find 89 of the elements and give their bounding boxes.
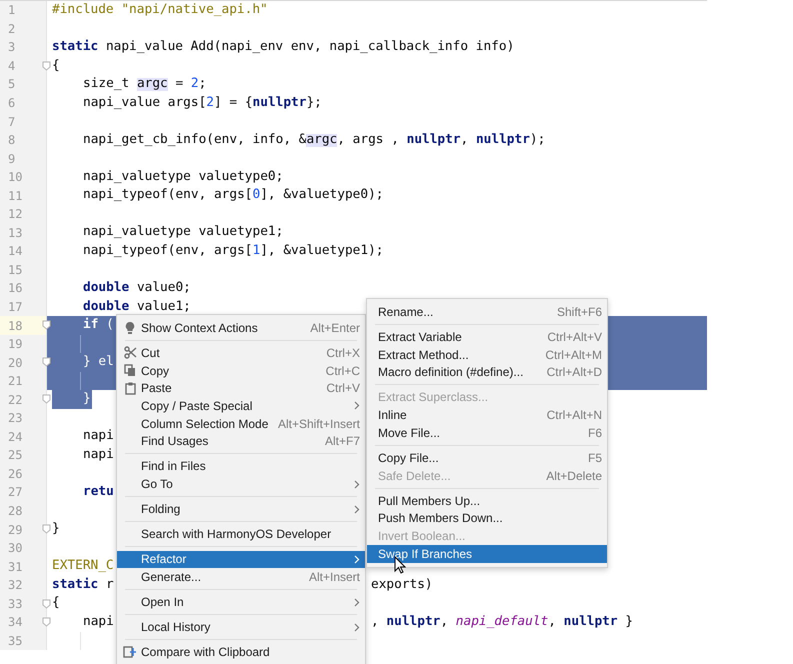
code-token: }; bbox=[306, 96, 322, 110]
line-number: 34 bbox=[8, 616, 22, 628]
code-token: , bbox=[548, 616, 557, 629]
code-token: napi_valuetype valuetype1; bbox=[83, 226, 284, 240]
line-number: 27 bbox=[8, 486, 22, 498]
line-number: 10 bbox=[8, 171, 22, 184]
code-token: value1; bbox=[136, 300, 191, 314]
code-token: } bbox=[83, 393, 91, 406]
code-token: 0 bbox=[252, 189, 260, 202]
code-token: EXTERN_C bbox=[52, 560, 114, 574]
line-number: 20 bbox=[8, 356, 22, 369]
line-number: 6 bbox=[8, 97, 16, 109]
line-number: 19 bbox=[8, 338, 22, 350]
line-number: 9 bbox=[8, 152, 16, 165]
line-number: 11 bbox=[8, 190, 22, 202]
code-token: nullptr bbox=[476, 134, 530, 146]
line-number: 33 bbox=[8, 598, 22, 610]
code-token: ], &valuetype0); bbox=[260, 189, 384, 202]
line-number: 18 bbox=[8, 320, 22, 332]
line-number: 25 bbox=[8, 449, 22, 462]
line-number: 4 bbox=[8, 60, 16, 72]
line-number: 15 bbox=[8, 264, 22, 276]
line-number: 32 bbox=[8, 579, 22, 592]
line-number: 31 bbox=[8, 560, 22, 573]
line-number: 35 bbox=[8, 634, 22, 647]
code-token: retu bbox=[83, 486, 114, 499]
code-token: nullptr bbox=[252, 96, 306, 110]
code-token: ] = { bbox=[214, 96, 253, 110]
code-token: nullptr bbox=[386, 616, 440, 629]
line-number: 21 bbox=[8, 375, 22, 388]
line-number: 30 bbox=[8, 542, 22, 554]
code-token: 2 bbox=[206, 96, 214, 110]
line-number: 8 bbox=[8, 134, 16, 146]
line-number: 14 bbox=[8, 245, 22, 258]
line-number: 12 bbox=[8, 208, 22, 220]
line-number: 24 bbox=[8, 430, 22, 443]
code-token: napi_value Add(napi_env env, napi_callback_info info) bbox=[104, 40, 514, 54]
line-number: 1 bbox=[8, 4, 16, 16]
line-number: 17 bbox=[8, 301, 22, 314]
code-token: napi_valuetype valuetype0; bbox=[83, 170, 284, 184]
line-number: 26 bbox=[8, 468, 22, 480]
code-token: r bbox=[104, 578, 114, 592]
code-token: { bbox=[52, 60, 60, 72]
code-token: 1 bbox=[252, 244, 260, 258]
code-token: , bbox=[460, 134, 470, 146]
line-number: 13 bbox=[8, 226, 22, 239]
code-token: napi_get_cb_info(env, info, & bbox=[83, 134, 306, 146]
code-token: ); bbox=[530, 134, 546, 146]
line-number: 22 bbox=[8, 394, 22, 406]
code-token: argc bbox=[136, 78, 168, 91]
line-number: 28 bbox=[8, 505, 22, 518]
code-token: size_t bbox=[83, 78, 130, 91]
code-token: ], &valuetype1); bbox=[260, 244, 384, 258]
code-token: = bbox=[174, 78, 184, 91]
code-token: nullptr bbox=[406, 134, 461, 146]
code-token: napi_typeof(env, args[ bbox=[83, 189, 252, 202]
line-number: 2 bbox=[8, 22, 16, 35]
code-token: nullptr bbox=[564, 616, 618, 629]
code-token: napi_value args[ bbox=[83, 96, 206, 110]
code-token: static bbox=[52, 578, 98, 592]
code-token: argc bbox=[306, 134, 338, 146]
code-token: value0; bbox=[136, 282, 191, 295]
code-token: , bbox=[440, 616, 450, 629]
code-token: } bbox=[624, 616, 634, 629]
code-token: if bbox=[83, 319, 98, 332]
code-token: exports) bbox=[371, 578, 433, 592]
code-token: , args , bbox=[337, 134, 400, 146]
code-token: 2 bbox=[190, 78, 199, 91]
code-token: double bbox=[83, 300, 130, 314]
line-number: 3 bbox=[8, 41, 16, 54]
line-number: 5 bbox=[8, 78, 16, 90]
code-token: napi_typeof(env, args[ bbox=[83, 244, 252, 258]
line-number: 16 bbox=[8, 282, 22, 294]
code-token: } bbox=[52, 523, 60, 536]
code-token: napi_default bbox=[456, 616, 548, 629]
code-token: { bbox=[52, 597, 60, 610]
code-token: #include "napi/native_api.h" bbox=[52, 4, 268, 17]
line-number: 23 bbox=[8, 412, 22, 424]
code-token: double bbox=[83, 282, 130, 295]
code-token: static bbox=[52, 40, 98, 54]
code-token: , bbox=[371, 616, 380, 629]
code-token: ( bbox=[105, 319, 114, 332]
code-token: } el bbox=[83, 356, 114, 370]
code-token: ; bbox=[198, 78, 206, 91]
code-token: napi bbox=[83, 449, 114, 462]
line-number: 29 bbox=[8, 524, 22, 536]
line-number: 7 bbox=[8, 116, 16, 128]
code-token: napi bbox=[83, 616, 114, 629]
code-token: napi bbox=[83, 430, 114, 444]
